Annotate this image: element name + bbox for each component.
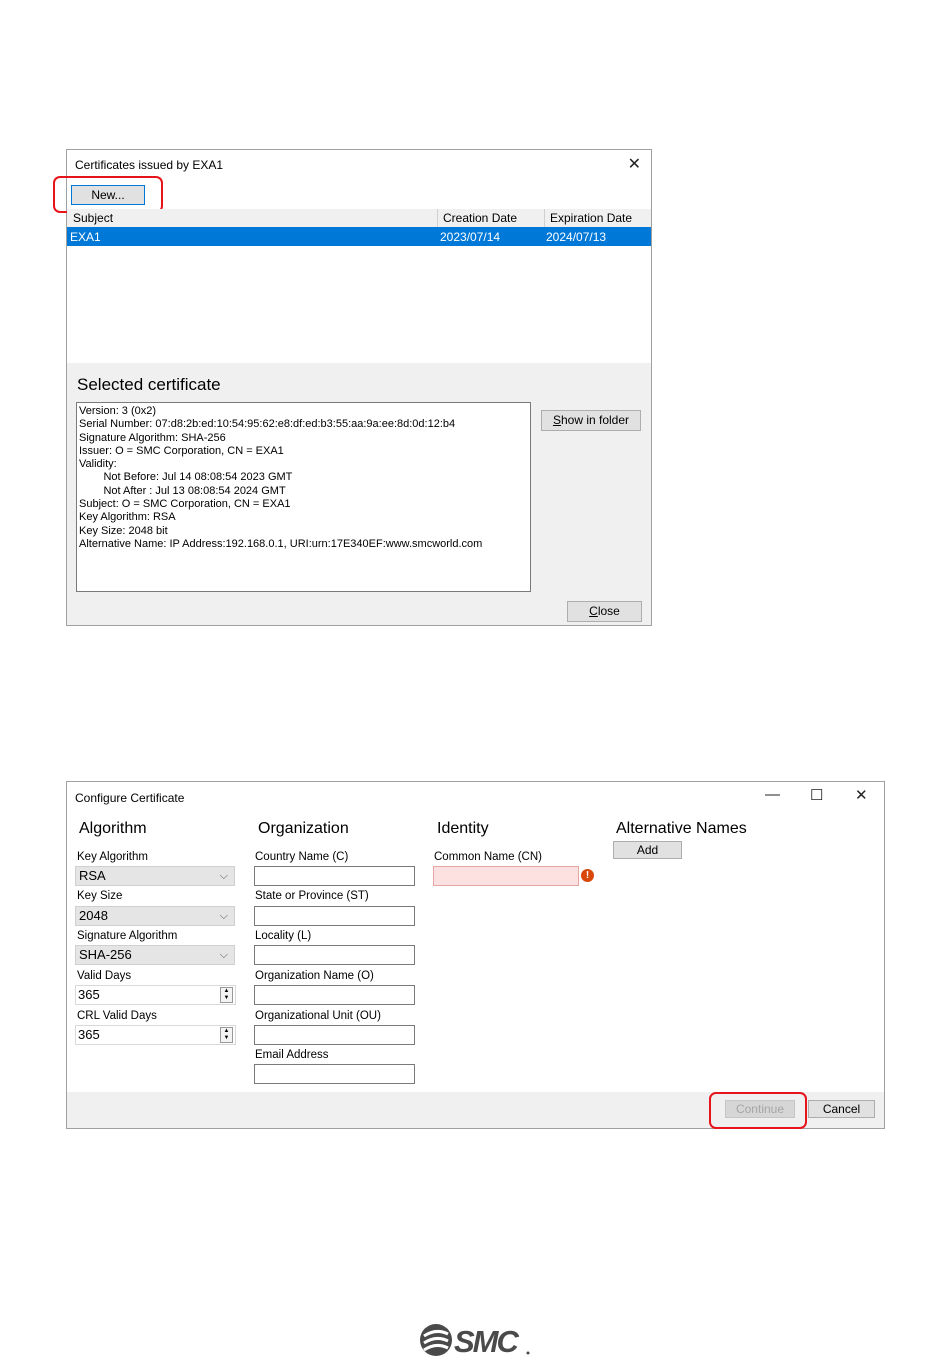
detail-line: Not After : Jul 13 08:08:54 2024 GMT (79, 484, 286, 497)
row-subject: EXA1 (70, 230, 101, 244)
dialog-footer: Continue Cancel (67, 1092, 884, 1129)
column-separator[interactable] (544, 209, 545, 227)
organizational-unit-label: Organizational Unit (OU) (255, 1010, 381, 1022)
key-algorithm-label: Key Algorithm (77, 851, 148, 863)
country-field[interactable] (254, 866, 415, 886)
spin-arrows-icon[interactable]: ▲ ▼ (220, 987, 233, 1003)
organization-name-field[interactable] (254, 985, 415, 1005)
selected-certificate-panel: Selected certificate Version: 3 (0x2) Se… (67, 363, 651, 625)
row-creation-date: 2023/07/14 (440, 230, 501, 244)
list-header: Subject Creation Date Expiration Date (67, 209, 651, 228)
detail-line: Issuer: O = SMC Corporation, CN = EXA1 (79, 444, 284, 457)
organization-name-label: Organization Name (O) (255, 970, 374, 982)
signature-algorithm-label: Signature Algorithm (77, 930, 178, 942)
error-icon: ! (581, 869, 594, 882)
crl-valid-days-label: CRL Valid Days (77, 1010, 157, 1022)
section-organization: Organization (258, 820, 349, 837)
chevron-down-icon: ⌵ (219, 910, 228, 922)
cancel-button[interactable]: Cancel (808, 1100, 875, 1118)
state-label: State or Province (ST) (255, 890, 369, 902)
column-creation-date[interactable]: Creation Date (443, 211, 517, 225)
valid-days-stepper[interactable]: 365 ▲ ▼ (75, 985, 236, 1005)
locality-label: Locality (L) (255, 930, 312, 942)
certificate-list: Subject Creation Date Expiration Date EX… (67, 209, 651, 362)
close-button-label: lose (597, 604, 620, 618)
locality-field[interactable] (254, 945, 415, 965)
detail-line: Not Before: Jul 14 08:08:54 2023 GMT (79, 471, 293, 484)
spin-arrows-icon[interactable]: ▲ ▼ (220, 1027, 233, 1043)
section-identity: Identity (437, 820, 489, 837)
country-label: Country Name (C) (255, 851, 349, 863)
certificates-dialog: Certificates issued by EXA1 ✕ New... Sub… (53, 149, 652, 626)
close-button[interactable]: Close (567, 601, 642, 622)
detail-line: Signature Algorithm: SHA-256 (79, 431, 226, 444)
key-algorithm-value: RSA (79, 868, 106, 883)
add-alternative-name-button[interactable]: Add (613, 841, 682, 859)
chevron-down-icon: ⌵ (219, 949, 228, 961)
key-size-select[interactable]: 2048 ⌵ (75, 906, 235, 926)
detail-line: Key Algorithm: RSA (79, 511, 176, 524)
detail-line: Validity: (79, 458, 117, 471)
column-subject[interactable]: Subject (73, 211, 113, 225)
key-size-label: Key Size (77, 890, 123, 902)
list-item[interactable]: EXA1 2023/07/14 2024/07/13 (67, 227, 651, 246)
key-algorithm-select[interactable]: RSA ⌵ (75, 866, 235, 886)
detail-line: Subject: O = SMC Corporation, CN = EXA1 (79, 498, 291, 511)
crl-valid-days-value: 365 (78, 1027, 100, 1042)
section-alternative-names: Alternative Names (616, 820, 747, 837)
detail-line: Serial Number: 07:d8:2b:ed:10:54:95:62:e… (79, 418, 456, 431)
crl-valid-days-stepper[interactable]: 365 ▲ ▼ (75, 1025, 236, 1045)
dialog-title: Certificates issued by EXA1 (75, 158, 224, 172)
state-field[interactable] (254, 906, 415, 926)
new-button-highlight (53, 176, 163, 213)
common-name-field[interactable] (433, 866, 579, 886)
email-field[interactable] (254, 1064, 415, 1084)
close-icon[interactable]: ✕ (855, 786, 868, 804)
key-size-value: 2048 (79, 908, 108, 923)
show-in-folder-label: how in folder (560, 413, 630, 427)
chevron-down-icon: ⌵ (219, 870, 228, 882)
dialog-title: Configure Certificate (75, 791, 185, 805)
detail-line: Alternative Name: IP Address:192.168.0.1… (79, 537, 483, 550)
valid-days-value: 365 (78, 987, 100, 1002)
logo-text: SMC (454, 1324, 520, 1359)
common-name-label: Common Name (CN) (434, 851, 542, 863)
section-algorithm: Algorithm (79, 820, 147, 837)
maximize-icon[interactable]: ☐ (810, 786, 823, 804)
continue-button-highlight (709, 1092, 807, 1129)
detail-line: Version: 3 (0x2) (79, 405, 157, 417)
valid-days-label: Valid Days (77, 970, 132, 982)
row-expiration-date: 2024/07/13 (546, 230, 607, 244)
smc-logo: SMC (418, 1320, 533, 1360)
organizational-unit-field[interactable] (254, 1025, 415, 1045)
detail-line: Key Size: 2048 bit (79, 524, 168, 537)
column-expiration-date[interactable]: Expiration Date (550, 211, 632, 225)
email-label: Email Address (255, 1049, 329, 1061)
signature-algorithm-select[interactable]: SHA-256 ⌵ (75, 945, 235, 965)
column-separator[interactable] (437, 209, 438, 227)
show-in-folder-button[interactable]: Show in folder (541, 410, 641, 431)
minimize-icon[interactable]: — (765, 786, 780, 803)
close-icon[interactable]: ✕ (628, 154, 641, 174)
configure-certificate-dialog: Configure Certificate — ☐ ✕ Algorithm Or… (66, 781, 885, 1129)
signature-algorithm-value: SHA-256 (79, 947, 132, 962)
certificate-details-textbox[interactable]: Version: 3 (0x2) Serial Number: 07:d8:2b… (76, 402, 531, 592)
section-title: Selected certificate (77, 375, 221, 394)
